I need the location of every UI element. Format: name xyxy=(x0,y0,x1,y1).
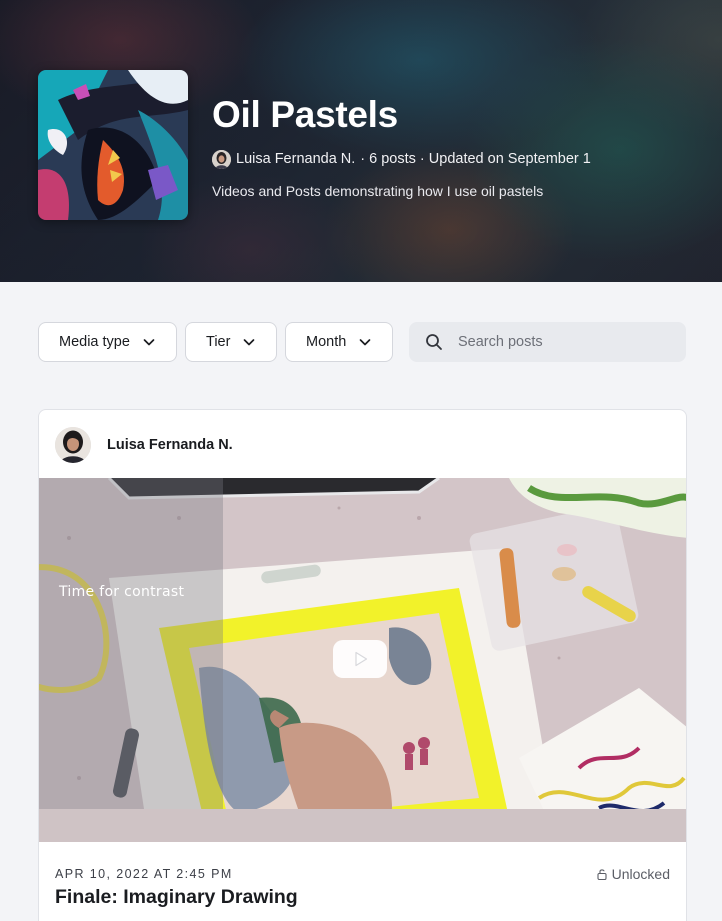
post-video-thumbnail[interactable]: Time for contrast xyxy=(39,478,686,842)
access-status-badge: Unlocked xyxy=(597,865,670,883)
search-box[interactable] xyxy=(409,322,686,362)
post-author[interactable]: Luisa Fernanda N. xyxy=(55,427,233,463)
creator-avatar[interactable] xyxy=(212,149,231,169)
access-status-label: Unlocked xyxy=(611,866,670,882)
collection-meta: Luisa Fernanda N. · 6 posts · Updated on… xyxy=(212,149,591,169)
video-caption-overlay: Time for contrast xyxy=(39,478,223,809)
media-type-filter-label: Media type xyxy=(59,334,130,350)
media-type-filter[interactable]: Media type xyxy=(38,322,177,362)
post-title[interactable]: Finale: Imaginary Drawing xyxy=(55,886,298,909)
chevron-down-icon xyxy=(244,339,255,346)
collection-header: Oil Pastels Luisa Fernanda N. · 6 posts … xyxy=(0,0,722,282)
month-filter[interactable]: Month xyxy=(285,322,393,362)
search-input[interactable] xyxy=(458,322,678,362)
chevron-down-icon xyxy=(143,339,155,346)
collection-cover-image xyxy=(38,70,188,220)
post-card[interactable]: Luisa Fernanda N. Time for contrast APR … xyxy=(38,409,687,921)
play-button[interactable] xyxy=(333,640,387,678)
author-name[interactable]: Luisa Fernanda N. xyxy=(107,437,233,453)
play-icon xyxy=(355,651,368,667)
search-icon xyxy=(426,334,442,350)
month-filter-label: Month xyxy=(306,334,347,350)
chevron-down-icon xyxy=(359,339,371,346)
post-date: APR 10, 2022 AT 2:45 PM xyxy=(55,867,233,881)
creator-name[interactable]: Luisa Fernanda N. xyxy=(236,151,355,167)
author-avatar[interactable] xyxy=(55,427,91,463)
video-caption-text: Time for contrast xyxy=(59,584,185,600)
tier-filter[interactable]: Tier xyxy=(185,322,277,362)
collection-stats: · 6 posts · Updated on September 1 xyxy=(360,151,591,167)
unlock-icon xyxy=(597,869,607,880)
tier-filter-label: Tier xyxy=(206,334,231,350)
collection-description: Videos and Posts demonstrating how I use… xyxy=(212,183,544,199)
collection-title: Oil Pastels xyxy=(212,94,398,135)
